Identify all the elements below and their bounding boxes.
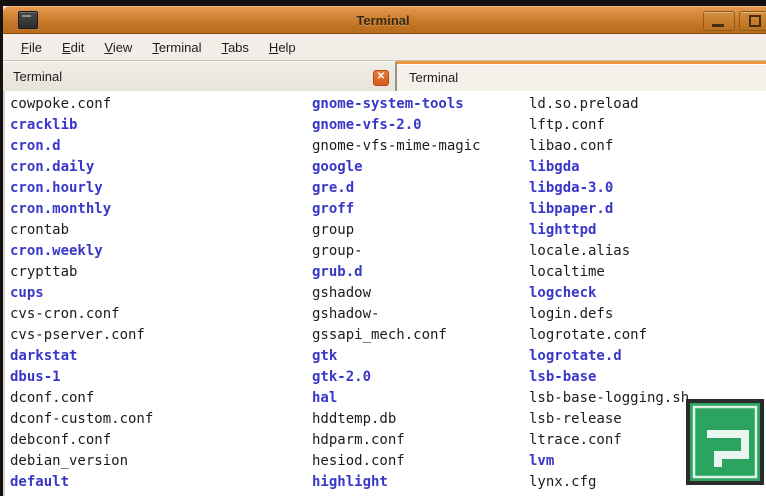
directory-entry: libgda [529, 157, 689, 178]
titlebar: Terminal [3, 6, 766, 34]
menu-item-view[interactable]: View [94, 37, 142, 58]
menu-item-terminal[interactable]: Terminal [142, 37, 211, 58]
directory-entry: darkstat [10, 346, 153, 367]
file-entry: debconf.conf [10, 430, 153, 451]
directory-entry: cron.d [10, 136, 153, 157]
file-entry: crontab [10, 220, 153, 241]
minimize-button[interactable] [703, 11, 735, 31]
menubar: FileEditViewTerminalTabsHelp [3, 34, 766, 60]
maximize-button[interactable] [739, 11, 766, 31]
menu-item-help[interactable]: Help [259, 37, 306, 58]
directory-entry: grub.d [312, 262, 481, 283]
file-entry: group- [312, 241, 481, 262]
file-entry: hddtemp.db [312, 409, 481, 430]
file-entry: gshadow [312, 283, 481, 304]
directory-entry: gtk-2.0 [312, 367, 481, 388]
directory-entry: cron.monthly [10, 199, 153, 220]
terminal-output[interactable]: cowpoke.confcracklibcron.dcron.dailycron… [3, 91, 766, 496]
directory-entry: gtk [312, 346, 481, 367]
directory-entry: lsb-base [529, 367, 689, 388]
file-entry: gshadow- [312, 304, 481, 325]
file-entry: debian_version [10, 451, 153, 472]
file-entry: lynx.cfg [529, 472, 689, 493]
directory-entry: dbus-1 [10, 367, 153, 388]
tabbar: Terminal ✕ Terminal [3, 60, 766, 91]
tab-close-icon[interactable]: ✕ [373, 70, 389, 86]
directory-entry: cracklib [10, 115, 153, 136]
directory-entry: libpaper.d [529, 199, 689, 220]
window-title: Terminal [3, 13, 763, 28]
file-entry: dconf.conf [10, 388, 153, 409]
directory-entry: cron.weekly [10, 241, 153, 262]
menu-item-tabs[interactable]: Tabs [211, 37, 258, 58]
file-column-1: cowpoke.confcracklibcron.dcron.dailycron… [10, 94, 153, 493]
tab-label: Terminal [409, 70, 458, 85]
file-entry: crypttab [10, 262, 153, 283]
directory-entry: lighttpd [529, 220, 689, 241]
directory-entry: gnome-system-tools [312, 94, 481, 115]
directory-entry: cups [10, 283, 153, 304]
terminal-window: Terminal FileEditViewTerminalTabsHelp Te… [3, 6, 766, 496]
file-entry: ltrace.conf [529, 430, 689, 451]
directory-entry: hal [312, 388, 481, 409]
file-entry: ld.so.preload [529, 94, 689, 115]
file-entry: lftp.conf [529, 115, 689, 136]
tab-terminal-1[interactable]: Terminal ✕ [3, 61, 397, 91]
file-column-3: ld.so.preloadlftp.conflibao.conflibgdali… [529, 94, 689, 493]
file-entry: hdparm.conf [312, 430, 481, 451]
menu-item-file[interactable]: File [11, 37, 52, 58]
directory-entry: google [312, 157, 481, 178]
directory-entry: libgda-3.0 [529, 178, 689, 199]
file-entry: libao.conf [529, 136, 689, 157]
file-entry: cvs-cron.conf [10, 304, 153, 325]
file-entry: group [312, 220, 481, 241]
file-entry: lsb-base-logging.sh [529, 388, 689, 409]
directory-entry: groff [312, 199, 481, 220]
directory-entry: gnome-vfs-2.0 [312, 115, 481, 136]
file-entry: lsb-release [529, 409, 689, 430]
file-entry: login.defs [529, 304, 689, 325]
directory-entry: lvm [529, 451, 689, 472]
tab-terminal-2[interactable]: Terminal [397, 61, 766, 91]
directory-entry: cron.daily [10, 157, 153, 178]
file-entry: localtime [529, 262, 689, 283]
directory-entry: logrotate.d [529, 346, 689, 367]
directory-entry: cron.hourly [10, 178, 153, 199]
tab-label: Terminal [13, 69, 62, 84]
file-entry: hesiod.conf [312, 451, 481, 472]
file-entry: gssapi_mech.conf [312, 325, 481, 346]
file-entry: gnome-vfs-mime-magic [312, 136, 481, 157]
file-entry: dconf-custom.conf [10, 409, 153, 430]
file-entry: cowpoke.conf [10, 94, 153, 115]
directory-entry: gre.d [312, 178, 481, 199]
directory-entry: highlight [312, 472, 481, 493]
directory-entry: default [10, 472, 153, 493]
file-entry: cvs-pserver.conf [10, 325, 153, 346]
g-watermark-logo [686, 399, 764, 485]
file-column-2: gnome-system-toolsgnome-vfs-2.0gnome-vfs… [312, 94, 481, 493]
menu-item-edit[interactable]: Edit [52, 37, 94, 58]
file-entry: locale.alias [529, 241, 689, 262]
file-entry: logrotate.conf [529, 325, 689, 346]
directory-entry: logcheck [529, 283, 689, 304]
